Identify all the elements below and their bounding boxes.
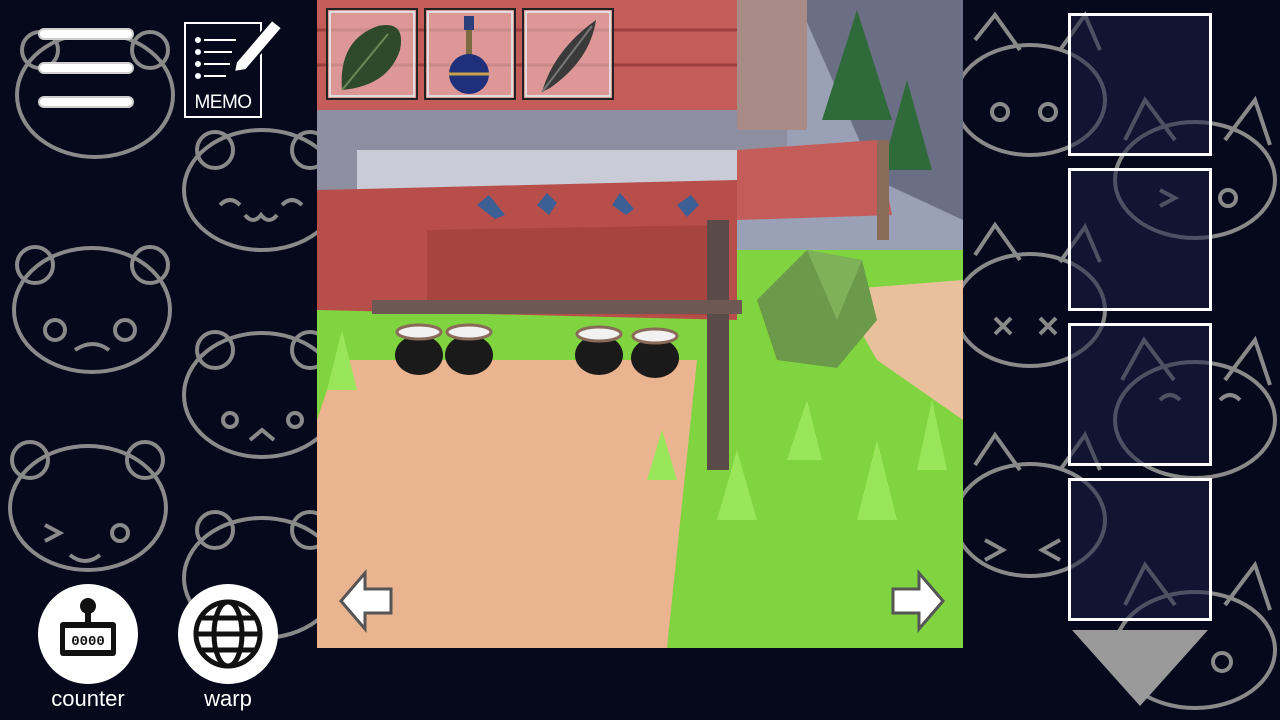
counter-icon: 0000 [60, 598, 116, 656]
side-item-slot[interactable] [1068, 13, 1212, 156]
feather-icon [541, 20, 596, 93]
counter-label: counter [51, 686, 125, 711]
scroll-down-arrow-icon[interactable] [1068, 628, 1212, 708]
pen-icon [232, 18, 284, 72]
inventory-slot-leaf[interactable] [326, 8, 418, 100]
memo-label: MEMO [194, 92, 252, 113]
potion-bottle-icon [449, 16, 489, 94]
side-item-slot[interactable] [1068, 323, 1212, 466]
warp-button[interactable]: warp [178, 584, 278, 714]
wooden-post [707, 220, 729, 470]
left-arrow-icon[interactable] [337, 565, 397, 645]
inventory-slot-potion[interactable] [424, 8, 516, 100]
right-arrow-icon[interactable] [887, 565, 947, 645]
game-scene-viewport[interactable] [317, 0, 963, 648]
globe-icon [193, 599, 263, 669]
bear-face-decoration [12, 245, 172, 374]
menu-button[interactable] [32, 24, 140, 114]
bear-face-decoration [8, 440, 168, 572]
counter-button[interactable]: 0000 counter [38, 584, 138, 714]
counter-display: 0000 [71, 634, 105, 650]
side-item-slot[interactable] [1068, 478, 1212, 621]
memo-button[interactable]: MEMO [184, 12, 284, 120]
side-item-slot[interactable] [1068, 168, 1212, 311]
warp-label: warp [204, 686, 252, 711]
leaf-icon [341, 25, 402, 91]
inventory-slot-feather[interactable] [522, 8, 614, 100]
